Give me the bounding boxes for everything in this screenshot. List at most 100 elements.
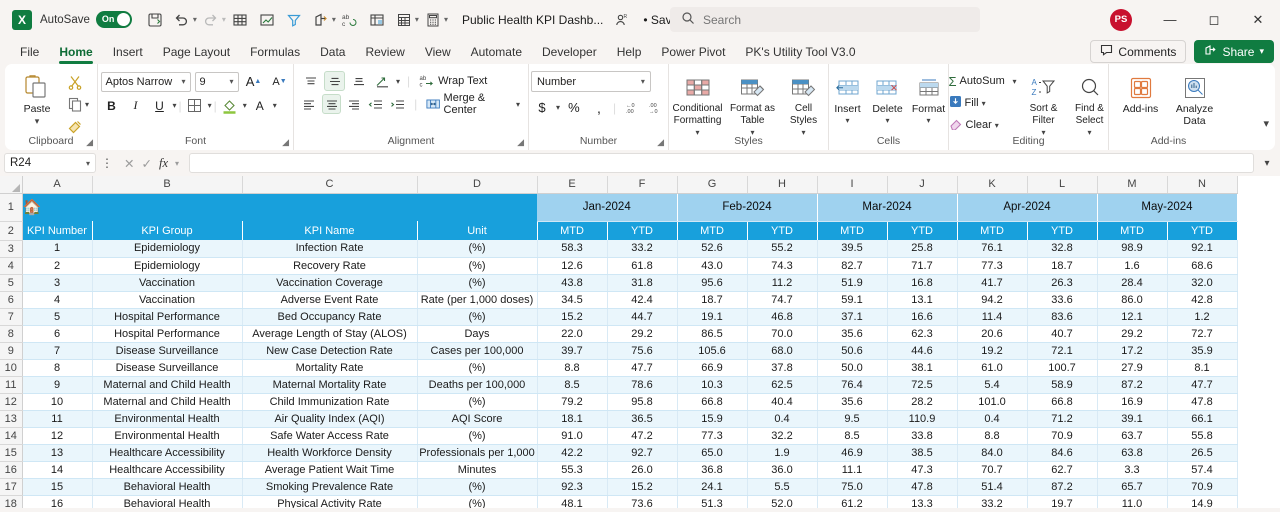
cell-jan-2024-ytd[interactable]: 42.4 bbox=[607, 291, 678, 309]
insert-chevron-icon[interactable]: ▾ bbox=[845, 115, 849, 127]
cell-may-2024-ytd[interactable]: 55.8 bbox=[1167, 427, 1238, 445]
cell-jan-2024-ytd[interactable]: 36.5 bbox=[607, 410, 678, 428]
row-header-15[interactable]: 15 bbox=[0, 444, 23, 462]
cell-feb-2024-mtd[interactable]: 95.6 bbox=[677, 274, 748, 292]
merge-center-button[interactable]: Merge & Center ▾ bbox=[424, 92, 522, 116]
autosave-toggle[interactable]: On bbox=[95, 11, 132, 28]
cell-mar-2024-mtd[interactable]: 61.2 bbox=[817, 495, 888, 508]
font-dialog-launcher[interactable]: ◢ bbox=[282, 137, 289, 148]
cell-mar-2024-ytd[interactable]: 28.2 bbox=[887, 393, 958, 411]
font-size-chevron-icon[interactable]: ▾ bbox=[229, 77, 233, 86]
minimize-button[interactable]: — bbox=[1148, 4, 1192, 36]
share-chevron-icon[interactable]: ▾ bbox=[332, 15, 336, 24]
calculator-icon[interactable] bbox=[420, 7, 446, 33]
cell-mar-2024-ytd[interactable]: 13.1 bbox=[887, 291, 958, 309]
cell-feb-2024-ytd[interactable]: 52.0 bbox=[747, 495, 818, 508]
column-header-a[interactable]: A bbox=[22, 176, 93, 194]
cell-jan-2024-ytd[interactable]: 47.7 bbox=[607, 359, 678, 377]
cell-feb-2024-mtd[interactable]: 65.0 bbox=[677, 444, 748, 462]
cell-feb-2024-ytd[interactable]: 46.8 bbox=[747, 308, 818, 326]
cell-kpi-name[interactable]: Bed Occupancy Rate bbox=[242, 308, 418, 326]
autosum-button[interactable]: Σ AutoSum ▾ bbox=[947, 71, 1019, 91]
cell-may-2024-mtd[interactable]: 11.0 bbox=[1097, 495, 1168, 508]
cell-mar-2024-mtd[interactable]: 9.5 bbox=[817, 410, 888, 428]
cell-mar-2024-ytd[interactable]: 33.8 bbox=[887, 427, 958, 445]
row-header-5[interactable]: 5 bbox=[0, 274, 23, 292]
cell-kpi-group[interactable]: Epidemiology bbox=[92, 257, 243, 275]
cell-mar-2024-ytd[interactable]: 47.8 bbox=[887, 478, 958, 496]
home-banner-cell[interactable]: 🏠 bbox=[22, 193, 537, 221]
row-header-3[interactable]: 3 bbox=[0, 240, 23, 258]
cell-kpi-group[interactable]: Behavioral Health bbox=[92, 495, 243, 508]
share-arrow-icon[interactable] bbox=[308, 7, 334, 33]
font-color-chevron-icon[interactable]: ▾ bbox=[273, 101, 277, 110]
column-header-n[interactable]: N bbox=[1167, 176, 1238, 194]
cell-apr-2024-ytd[interactable]: 26.3 bbox=[1027, 274, 1098, 292]
cell-unit[interactable]: (%) bbox=[417, 393, 538, 411]
collapse-ribbon-button[interactable]: ▾ bbox=[1263, 117, 1269, 130]
cell-kpi-name[interactable]: Recovery Rate bbox=[242, 257, 418, 275]
cell-feb-2024-mtd[interactable]: 86.5 bbox=[677, 325, 748, 343]
cell-unit[interactable]: (%) bbox=[417, 240, 538, 258]
column-header-h[interactable]: H bbox=[747, 176, 818, 194]
align-center-button[interactable] bbox=[321, 94, 342, 114]
cell-kpi-group[interactable]: Environmental Health bbox=[92, 410, 243, 428]
delete-chevron-icon[interactable]: ▾ bbox=[885, 115, 889, 127]
cell-mar-2024-mtd[interactable]: 46.9 bbox=[817, 444, 888, 462]
fill-color-chevron-icon[interactable]: ▾ bbox=[243, 101, 247, 110]
cell-jan-2024-mtd[interactable]: 15.2 bbox=[537, 308, 608, 326]
number-format-chevron-icon[interactable]: ▾ bbox=[641, 77, 645, 86]
name-box-chevron-icon[interactable]: ▾ bbox=[86, 159, 90, 168]
cell-may-2024-mtd[interactable]: 16.9 bbox=[1097, 393, 1168, 411]
tab-insert[interactable]: Insert bbox=[103, 41, 153, 63]
clear-chevron-icon[interactable]: ▾ bbox=[995, 121, 999, 130]
font-color-icon[interactable]: A bbox=[249, 95, 271, 116]
format-painter-button[interactable] bbox=[66, 116, 91, 136]
clear-button[interactable]: Clear ▾ bbox=[947, 115, 1019, 135]
cell-kpi-number[interactable]: 6 bbox=[22, 325, 93, 343]
decrease-indent-button[interactable] bbox=[366, 94, 385, 114]
cell-mar-2024-mtd[interactable]: 39.5 bbox=[817, 240, 888, 258]
cell-feb-2024-ytd[interactable]: 40.4 bbox=[747, 393, 818, 411]
cell-feb-2024-ytd[interactable]: 55.2 bbox=[747, 240, 818, 258]
cell-feb-2024-mtd[interactable]: 105.6 bbox=[677, 342, 748, 360]
cell-kpi-number[interactable]: 10 bbox=[22, 393, 93, 411]
cell-kpi-number[interactable]: 13 bbox=[22, 444, 93, 462]
comments-button[interactable]: Comments bbox=[1090, 40, 1187, 63]
cell-may-2024-ytd[interactable]: 47.7 bbox=[1167, 376, 1238, 394]
cell-apr-2024-mtd[interactable]: 51.4 bbox=[957, 478, 1028, 496]
cell-jan-2024-mtd[interactable]: 12.6 bbox=[537, 257, 608, 275]
cell-apr-2024-mtd[interactable]: 20.6 bbox=[957, 325, 1028, 343]
underline-button[interactable]: U bbox=[149, 95, 171, 116]
column-header-d[interactable]: D bbox=[417, 176, 538, 194]
cell-kpi-name[interactable]: Smoking Prevalence Rate bbox=[242, 478, 418, 496]
cell-kpi-name[interactable]: Maternal Mortality Rate bbox=[242, 376, 418, 394]
cell-kpi-name[interactable]: Child Immunization Rate bbox=[242, 393, 418, 411]
cell-kpi-name[interactable]: Average Length of Stay (ALOS) bbox=[242, 325, 418, 343]
cell-feb-2024-mtd[interactable]: 10.3 bbox=[677, 376, 748, 394]
cell-unit[interactable]: Deaths per 100,000 bbox=[417, 376, 538, 394]
cut-button[interactable] bbox=[66, 72, 91, 92]
save-icon[interactable] bbox=[142, 7, 168, 33]
cell-jan-2024-ytd[interactable]: 15.2 bbox=[607, 478, 678, 496]
tab-home[interactable]: Home bbox=[49, 41, 102, 64]
cell-apr-2024-ytd[interactable]: 33.6 bbox=[1027, 291, 1098, 309]
tab-formulas[interactable]: Formulas bbox=[240, 41, 310, 63]
cell-mar-2024-ytd[interactable]: 72.5 bbox=[887, 376, 958, 394]
cell-apr-2024-mtd[interactable]: 33.2 bbox=[957, 495, 1028, 508]
cell-jan-2024-ytd[interactable]: 47.2 bbox=[607, 427, 678, 445]
cell-apr-2024-mtd[interactable]: 84.0 bbox=[957, 444, 1028, 462]
orientation-chevron-icon[interactable]: ▾ bbox=[396, 77, 400, 86]
cell-may-2024-ytd[interactable]: 8.1 bbox=[1167, 359, 1238, 377]
cell-feb-2024-mtd[interactable]: 19.1 bbox=[677, 308, 748, 326]
cell-kpi-number[interactable]: 16 bbox=[22, 495, 93, 508]
cell-jan-2024-mtd[interactable]: 55.3 bbox=[537, 461, 608, 479]
clipboard-dialog-launcher[interactable]: ◢ bbox=[86, 137, 93, 148]
cell-feb-2024-ytd[interactable]: 74.3 bbox=[747, 257, 818, 275]
table-row[interactable]: 9 7 Disease Surveillance New Case Detection… bbox=[0, 342, 1238, 360]
cell-apr-2024-ytd[interactable]: 70.9 bbox=[1027, 427, 1098, 445]
cell-unit[interactable]: Cases per 100,000 bbox=[417, 342, 538, 360]
cell-apr-2024-ytd[interactable]: 40.7 bbox=[1027, 325, 1098, 343]
row-header-4[interactable]: 4 bbox=[0, 257, 23, 275]
align-left-button[interactable] bbox=[300, 94, 319, 114]
